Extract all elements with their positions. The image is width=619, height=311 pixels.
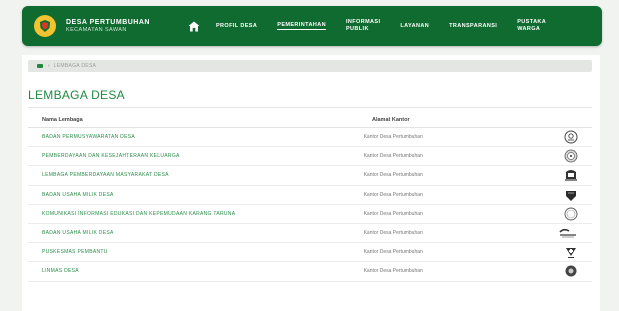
title-divider bbox=[28, 107, 592, 108]
home-icon[interactable] bbox=[186, 18, 202, 34]
nav-profil-desa[interactable]: PROFIL DESA bbox=[216, 23, 257, 30]
top-header: DESA PERTUMBUHAN KECAMATAN SAWAN PROFIL … bbox=[22, 6, 602, 46]
table-row: PUSKESMAS PEMBANTU Kantor Desa Pertumbuh… bbox=[28, 243, 592, 263]
table-row: BADAN PERMUSYAWARATAN DESA Kantor Desa P… bbox=[28, 128, 592, 148]
institution-address: Kantor Desa Pertumbuhan bbox=[363, 268, 423, 275]
page: DESA PERTUMBUHAN KECAMATAN SAWAN PROFIL … bbox=[0, 0, 619, 311]
pkk-emblem-icon bbox=[564, 149, 578, 163]
health-emblem-icon bbox=[566, 248, 576, 259]
brand[interactable]: DESA PERTUMBUHAN KECAMATAN SAWAN bbox=[66, 19, 150, 33]
institution-address: Kantor Desa Pertumbuhan bbox=[363, 172, 423, 179]
institutions-table: Nama Lembaga Alamat Kantor BADAN PERMUSY… bbox=[28, 113, 592, 282]
table-row: KOMUNIKASI INFORMASI EDUKASI DAN KEPEMUD… bbox=[28, 205, 592, 224]
institution-address: Kantor Desa Pertumbuhan bbox=[363, 249, 423, 256]
breadcrumb-home-icon[interactable] bbox=[37, 64, 43, 68]
karang-taruna-emblem-icon bbox=[564, 207, 578, 221]
header-name: Nama Lembaga bbox=[42, 117, 83, 123]
institution-name-link[interactable]: KOMUNIKASI INFORMASI EDUKASI DAN KEPEMUD… bbox=[28, 211, 364, 217]
header-address: Alamat Kantor bbox=[372, 117, 410, 123]
nav-transparansi[interactable]: TRANSPARANSI bbox=[449, 23, 497, 30]
breadcrumb-current: LEMBAGA DESA bbox=[53, 63, 97, 69]
nav-pemerintahan[interactable]: PEMERINTAHAN bbox=[277, 22, 326, 30]
page-title: LEMBAGA DESA bbox=[28, 88, 125, 102]
content-panel: › LEMBAGA DESA LEMBAGA DESA Nama Lembaga… bbox=[22, 55, 600, 311]
bumdes-logo-icon bbox=[559, 228, 576, 238]
table-row: BADAN USAHA MILIK DESA Kantor Desa Pertu… bbox=[28, 224, 592, 244]
lpmd-emblem-icon bbox=[565, 170, 577, 182]
breadcrumb: › LEMBAGA DESA bbox=[28, 60, 592, 72]
linmas-emblem-icon bbox=[565, 265, 577, 277]
institution-name-link[interactable]: LINMAS DESA bbox=[28, 268, 364, 274]
table-row: PEMBERDAYAAN DAN KESEJAHTERAAN KELUARGA … bbox=[28, 147, 592, 167]
institution-address: Kantor Desa Pertumbuhan bbox=[363, 191, 423, 198]
brand-subtitle: KECAMATAN SAWAN bbox=[66, 26, 127, 33]
institution-address: Kantor Desa Pertumbuhan bbox=[363, 210, 423, 217]
table-header: Nama Lembaga Alamat Kantor bbox=[28, 113, 592, 128]
institution-name-link[interactable]: BADAN USAHA MILIK DESA bbox=[28, 192, 364, 198]
institution-address: Kantor Desa Pertumbuhan bbox=[363, 134, 423, 141]
institution-name-link[interactable]: LEMBAGA PEMBERDAYAAN MASYARAKAT DESA bbox=[28, 172, 364, 178]
institution-name-link[interactable]: PUSKESMAS PEMBANTU bbox=[28, 249, 364, 255]
main-nav: PROFIL DESA PEMERINTAHAN INFORMASI PUBLI… bbox=[216, 19, 566, 32]
breadcrumb-separator: › bbox=[48, 63, 50, 69]
institution-name-link[interactable]: BADAN PERMUSYAWARATAN DESA bbox=[28, 134, 364, 140]
bpd-emblem-icon bbox=[564, 130, 578, 144]
table-row: BADAN USAHA MILIK DESA Kantor Desa Pertu… bbox=[28, 186, 592, 205]
institution-name-link[interactable]: PEMBERDAYAAN DAN KESEJAHTERAAN KELUARGA bbox=[28, 153, 364, 159]
bumdes-emblem-icon bbox=[566, 190, 576, 201]
nav-informasi-publik[interactable]: INFORMASI PUBLIK bbox=[346, 19, 380, 32]
institution-address: Kantor Desa Pertumbuhan bbox=[363, 153, 423, 160]
brand-title: DESA PERTUMBUHAN bbox=[66, 18, 150, 26]
institution-address: Kantor Desa Pertumbuhan bbox=[363, 230, 423, 237]
institution-name-link[interactable]: BADAN USAHA MILIK DESA bbox=[28, 230, 364, 236]
nav-pustaka-warga[interactable]: PUSTAKA WARGA bbox=[517, 19, 546, 32]
nav-layanan[interactable]: LAYANAN bbox=[400, 23, 429, 30]
table-row: LINMAS DESA Kantor Desa Pertumbuhan bbox=[28, 262, 592, 282]
table-row: LEMBAGA PEMBERDAYAAN MASYARAKAT DESA Kan… bbox=[28, 166, 592, 186]
village-logo-icon[interactable] bbox=[34, 15, 56, 37]
